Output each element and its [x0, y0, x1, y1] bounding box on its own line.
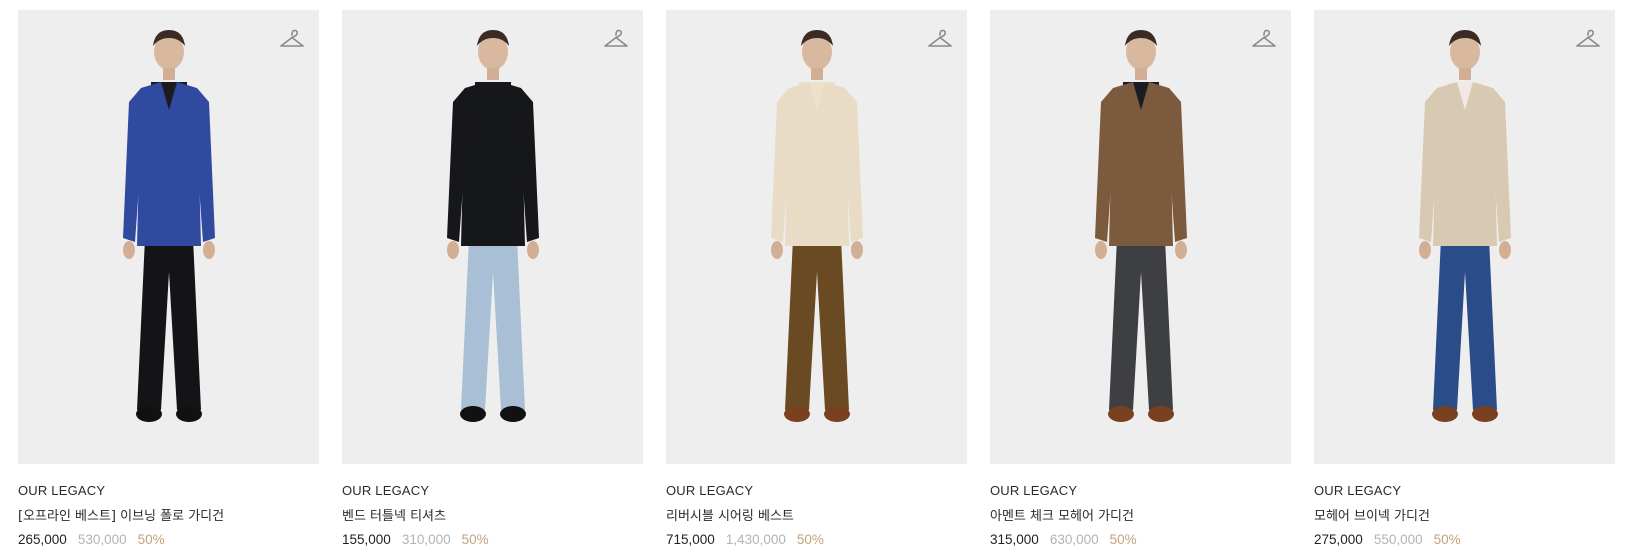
model-photo: [446, 30, 539, 422]
sale-price: 275,000: [1314, 532, 1363, 547]
sale-price: 155,000: [342, 532, 391, 547]
product-image[interactable]: [666, 10, 967, 464]
hanger-icon[interactable]: [1251, 28, 1277, 52]
product-image[interactable]: [342, 10, 643, 464]
product-image[interactable]: [1314, 10, 1615, 464]
product-brand[interactable]: OUR LEGACY: [18, 483, 319, 501]
original-price: 310,000: [401, 532, 451, 547]
product-brand[interactable]: OUR LEGACY: [1314, 483, 1615, 501]
original-price: 630,000: [1049, 532, 1099, 547]
product-card[interactable]: OUR LEGACY 리버시블 시어링 베스트 715,000 1,430,00…: [666, 10, 967, 547]
product-name[interactable]: 벤드 터틀넥 티셔츠: [342, 507, 643, 526]
price-row: 265,000 530,000 50%: [18, 532, 319, 547]
product-image[interactable]: [18, 10, 319, 464]
original-price: 1,430,000: [725, 532, 786, 547]
product-image[interactable]: [990, 10, 1291, 464]
product-name[interactable]: [오프라인 베스트] 이브닝 폴로 가디건: [18, 507, 319, 526]
model-photo: [122, 30, 215, 422]
product-brand[interactable]: OUR LEGACY: [666, 483, 967, 501]
discount-rate: 50%: [1433, 532, 1461, 547]
sale-price: 715,000: [666, 532, 715, 547]
original-price: 530,000: [77, 532, 127, 547]
product-name[interactable]: 리버시블 시어링 베스트: [666, 507, 967, 526]
hanger-icon[interactable]: [927, 28, 953, 52]
discount-rate: 50%: [1109, 532, 1137, 547]
discount-rate: 50%: [796, 532, 824, 547]
price-row: 715,000 1,430,000 50%: [666, 532, 967, 547]
price-row: 315,000 630,000 50%: [990, 532, 1291, 547]
product-brand[interactable]: OUR LEGACY: [990, 483, 1291, 501]
product-grid: OUR LEGACY [오프라인 베스트] 이브닝 폴로 가디건 265,000…: [18, 10, 1615, 547]
product-name[interactable]: 모헤어 브이넥 가디건: [1314, 507, 1615, 526]
product-card[interactable]: OUR LEGACY [오프라인 베스트] 이브닝 폴로 가디건 265,000…: [18, 10, 319, 547]
model-photo: [1094, 30, 1187, 422]
product-card[interactable]: OUR LEGACY 벤드 터틀넥 티셔츠 155,000 310,000 50…: [342, 10, 643, 547]
hanger-icon[interactable]: [603, 28, 629, 52]
price-row: 155,000 310,000 50%: [342, 532, 643, 547]
sale-price: 265,000: [18, 532, 67, 547]
price-row: 275,000 550,000 50%: [1314, 532, 1615, 547]
product-name[interactable]: 아멘트 체크 모헤어 가디건: [990, 507, 1291, 526]
hanger-icon[interactable]: [279, 28, 305, 52]
product-card[interactable]: OUR LEGACY 아멘트 체크 모헤어 가디건 315,000 630,00…: [990, 10, 1291, 547]
model-photo: [1418, 30, 1511, 422]
model-photo: [770, 30, 863, 422]
discount-rate: 50%: [137, 532, 165, 547]
product-card[interactable]: OUR LEGACY 모헤어 브이넥 가디건 275,000 550,000 5…: [1314, 10, 1615, 547]
hanger-icon[interactable]: [1575, 28, 1601, 52]
original-price: 550,000: [1373, 532, 1423, 547]
product-brand[interactable]: OUR LEGACY: [342, 483, 643, 501]
sale-price: 315,000: [990, 532, 1039, 547]
discount-rate: 50%: [461, 532, 489, 547]
